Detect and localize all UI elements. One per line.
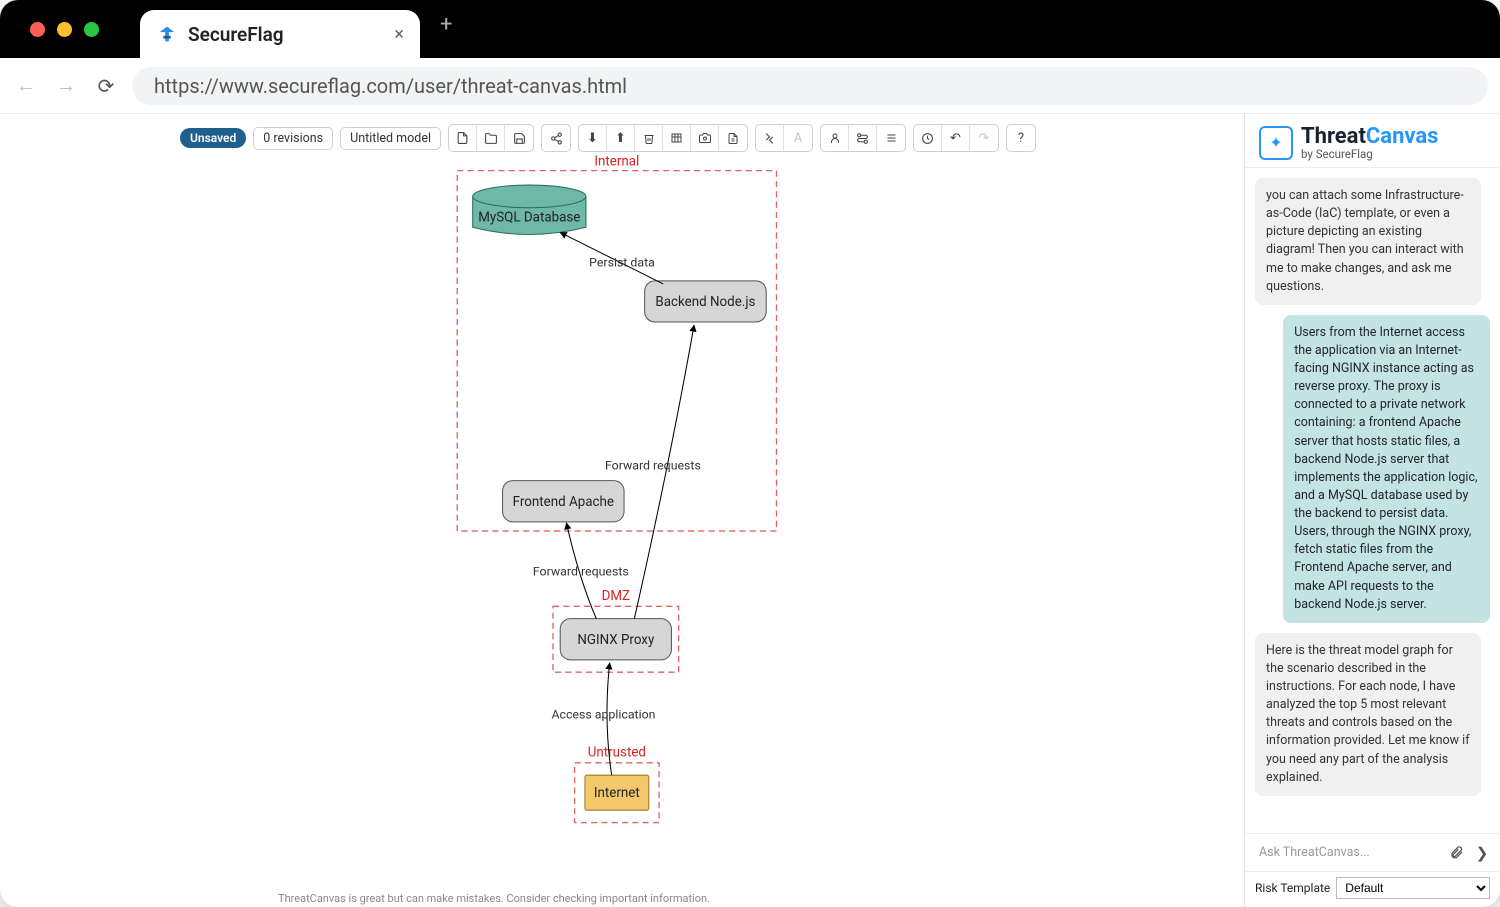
nav-forward-button[interactable]: →	[52, 72, 80, 100]
tab-title: SecureFlag	[188, 23, 384, 46]
redo-button: ↷	[970, 125, 998, 151]
send-button[interactable]: ❯	[1472, 843, 1492, 863]
svg-text:Internet: Internet	[594, 786, 640, 801]
node-mysql-database[interactable]: MySQL Database	[473, 185, 586, 234]
svg-text:Persist data: Persist data	[589, 256, 655, 270]
window-zoom-button[interactable]	[84, 22, 99, 37]
assistant-sidebar: ✦ ThreatCanvas by SecureFlag you can att…	[1244, 114, 1500, 907]
svg-text:MySQL Database: MySQL Database	[478, 211, 580, 226]
svg-text:Frontend Apache: Frontend Apache	[513, 495, 614, 510]
brand-title: ThreatCanvas	[1301, 124, 1438, 149]
zone-internal-label: Internal	[594, 154, 639, 169]
attach-button[interactable]	[1446, 843, 1466, 863]
new-tab-button[interactable]: +	[440, 12, 452, 37]
nav-reload-button[interactable]: ⟳	[92, 72, 120, 100]
browser-titlebar: SecureFlag × +	[0, 0, 1500, 58]
editor-toolbar: Unsaved 0 revisions Untitled model	[180, 124, 1036, 152]
help-button[interactable]: ?	[1007, 125, 1035, 151]
revisions-button[interactable]: 0 revisions	[253, 127, 333, 150]
brand-subtitle: by SecureFlag	[1301, 147, 1438, 161]
browser-tab[interactable]: SecureFlag ×	[140, 10, 420, 58]
svg-text:DMZ: DMZ	[602, 589, 630, 604]
open-file-button[interactable]	[477, 125, 505, 151]
svg-text:Forward requests: Forward requests	[605, 459, 701, 473]
add-process-button[interactable]	[849, 125, 877, 151]
auto-layout-button[interactable]	[756, 125, 784, 151]
undo-button[interactable]: ↶	[942, 125, 970, 151]
svg-text:Access application: Access application	[551, 709, 655, 723]
svg-text:Backend Node.js: Backend Node.js	[655, 295, 755, 310]
diagram-svg: Internal MySQL Database Backend Node.js …	[0, 114, 1244, 907]
nav-back-button[interactable]: ←	[12, 72, 40, 100]
tab-close-button[interactable]: ×	[394, 24, 404, 45]
upload-button[interactable]: ⬆	[607, 125, 635, 151]
share-button[interactable]	[542, 125, 570, 151]
chat-message-ai: Here is the threat model graph for the s…	[1255, 633, 1481, 796]
save-button[interactable]	[505, 125, 533, 151]
url-text: https://www.secureflag.com/user/threat-c…	[154, 74, 627, 98]
risk-template-label: Risk Template	[1255, 881, 1330, 895]
table-button[interactable]	[663, 125, 691, 151]
new-file-button[interactable]	[449, 125, 477, 151]
svg-text:NGINX Proxy: NGINX Proxy	[577, 633, 655, 648]
delete-button[interactable]	[635, 125, 663, 151]
window-minimize-button[interactable]	[57, 22, 72, 37]
diagram-canvas[interactable]: Unsaved 0 revisions Untitled model	[0, 114, 1244, 907]
chat-message-user: Users from the Internet access the appli…	[1283, 315, 1490, 623]
download-button[interactable]: ⬇	[579, 125, 607, 151]
chat-scroll[interactable]: you can attach some Infrastructure-as-Co…	[1245, 168, 1500, 833]
chat-input[interactable]: Ask ThreatCanvas...	[1253, 838, 1440, 867]
threatcanvas-logo-icon: ✦	[1259, 126, 1293, 160]
window-close-button[interactable]	[30, 22, 45, 37]
export-doc-button[interactable]	[719, 125, 747, 151]
url-input[interactable]: https://www.secureflag.com/user/threat-c…	[132, 67, 1488, 105]
text-style-button: A	[784, 125, 812, 151]
model-name-input[interactable]: Untitled model	[340, 127, 441, 150]
svg-text:Untrusted: Untrusted	[588, 746, 646, 761]
svg-text:Forward requests: Forward requests	[533, 565, 629, 579]
history-button[interactable]	[914, 125, 942, 151]
chat-message-ai: you can attach some Infrastructure-as-Co…	[1255, 178, 1481, 305]
footer-disclaimer: ThreatCanvas is great but can make mista…	[0, 892, 988, 905]
url-bar-row: ← → ⟳ https://www.secureflag.com/user/th…	[0, 58, 1500, 114]
risk-template-select[interactable]: Default	[1336, 877, 1490, 899]
secureflag-favicon	[156, 23, 178, 45]
unsaved-badge: Unsaved	[180, 128, 246, 148]
add-actor-button[interactable]	[821, 125, 849, 151]
add-datastore-button[interactable]	[877, 125, 905, 151]
screenshot-button[interactable]	[691, 125, 719, 151]
